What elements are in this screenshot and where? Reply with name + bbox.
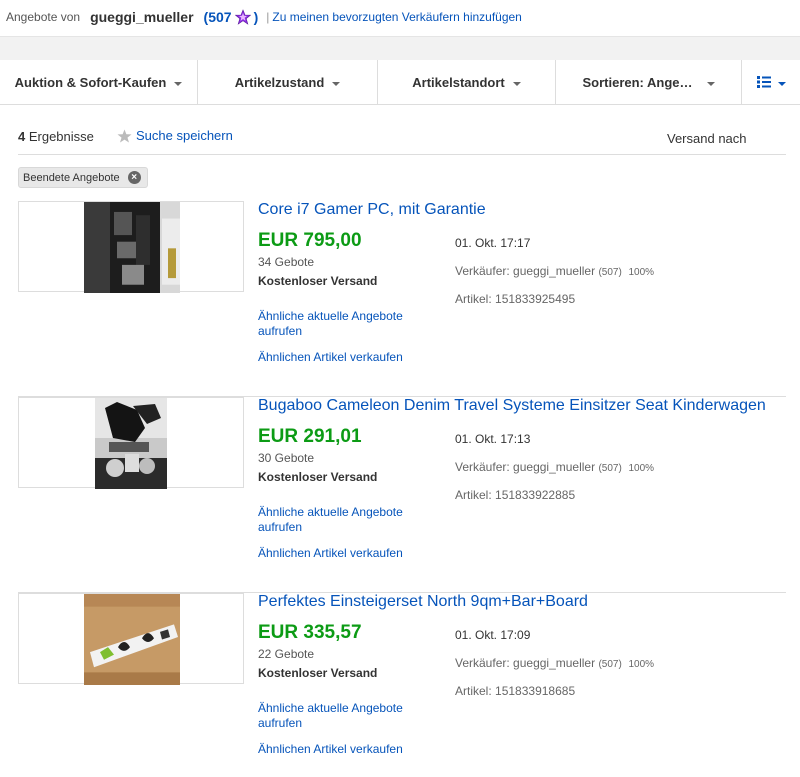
similar-current-link[interactable]: Ähnliche aktuelle Angebote aufrufen <box>258 701 418 731</box>
item-seller: Verkäufer: gueggi_mueller (507) 100% <box>455 460 654 474</box>
item-seller: Verkäufer: gueggi_mueller (507) 100% <box>455 656 654 670</box>
seller-percent: 100% <box>628 659 655 670</box>
star-icon <box>234 9 251 25</box>
result-count: 4 Ergebnisse <box>18 129 94 144</box>
save-search-link[interactable]: Suche speichern <box>117 128 233 143</box>
sell-similar-link[interactable]: Ähnlichen Artikel verkaufen <box>258 546 403 560</box>
view-toggle[interactable] <box>742 60 800 104</box>
item-shipping: Kostenloser Versand <box>258 666 378 680</box>
seller-score: (507) <box>598 659 622 670</box>
item-image <box>84 594 180 685</box>
chevron-down-icon <box>512 81 521 86</box>
list-item: Perfektes Einsteigerset North 9qm+Bar+Bo… <box>18 593 786 777</box>
item-bids: 34 Gebote <box>258 255 315 269</box>
chevron-down-icon <box>332 81 341 86</box>
offers-from-label: Angebote von <box>6 10 81 24</box>
sell-similar-link[interactable]: Ähnlichen Artikel verkaufen <box>258 350 403 364</box>
location-label: Artikelstandort <box>412 74 505 90</box>
item-date: 01. Okt. 17:17 <box>455 236 531 250</box>
results-bar: 4 Ergebnisse Suche speichern Versand nac… <box>18 125 786 155</box>
artikel-number: 151833925495 <box>495 292 576 306</box>
item-shipping: Kostenloser Versand <box>258 470 378 484</box>
item-number: Artikel: 151833922885 <box>455 488 575 502</box>
sell-similar-link[interactable]: Ähnlichen Artikel verkaufen <box>258 742 403 756</box>
item-price: EUR 291,01 <box>258 426 362 447</box>
item-number: Artikel: 151833925495 <box>455 292 575 306</box>
condition-label: Artikelzustand <box>234 74 325 90</box>
item-bids: 30 Gebote <box>258 451 315 465</box>
item-seller: Verkäufer: gueggi_mueller (507) 100% <box>455 264 654 278</box>
header-separator: | <box>266 10 270 24</box>
buying-format-filter[interactable]: Auktion & Sofort-Kaufen <box>0 60 198 104</box>
seller-header: Angebote von gueggi_mueller ( 507 ) | Zu… <box>6 8 522 26</box>
item-bids: 22 Gebote <box>258 647 315 661</box>
condition-filter[interactable]: Artikelzustand <box>198 60 378 104</box>
add-favorite-seller-link[interactable]: Zu meinen bevorzugten Verkäufern hinzufü… <box>272 10 522 24</box>
grey-strip <box>0 36 800 60</box>
seller-score: (507) <box>598 267 622 278</box>
artikel-prefix: Artikel: <box>455 292 492 306</box>
seller-percent: 100% <box>628 267 655 278</box>
seller-percent: 100% <box>628 463 655 474</box>
chip-label: Beendete Angebote <box>23 171 120 184</box>
ended-listings-chip[interactable]: Beendete Angebote × <box>18 167 148 188</box>
item-title[interactable]: Bugaboo Cameleon Denim Travel Systeme Ei… <box>258 397 766 415</box>
seller-name: gueggi_mueller <box>513 460 596 474</box>
item-thumbnail[interactable] <box>18 593 244 685</box>
artikel-number: 151833918685 <box>495 684 576 698</box>
artikel-prefix: Artikel: <box>455 488 492 502</box>
item-price: EUR 335,57 <box>258 622 362 643</box>
similar-current-link[interactable]: Ähnliche aktuelle Angebote aufrufen <box>258 309 418 339</box>
seller-prefix: Verkäufer: <box>455 264 510 278</box>
seller-prefix: Verkäufer: <box>455 460 510 474</box>
feedback-score-close: ) <box>253 9 259 25</box>
save-search-label: Suche speichern <box>136 128 233 143</box>
item-date: 01. Okt. 17:09 <box>455 628 531 642</box>
item-thumbnail[interactable] <box>18 397 244 489</box>
seller-prefix: Verkäufer: <box>455 656 510 670</box>
seller-name: gueggi_mueller <box>513 264 596 278</box>
item-date: 01. Okt. 17:13 <box>455 432 531 446</box>
artikel-prefix: Artikel: <box>455 684 492 698</box>
similar-current-link[interactable]: Ähnliche aktuelle Angebote aufrufen <box>258 505 418 535</box>
sort-label: Sortieren: Ange… <box>582 74 693 90</box>
item-shipping: Kostenloser Versand <box>258 274 378 288</box>
list-view-icon <box>756 76 771 88</box>
list-item: Bugaboo Cameleon Denim Travel Systeme Ei… <box>18 397 786 593</box>
artikel-number: 151833922885 <box>495 488 576 502</box>
list-item: Core i7 Gamer PC, mit Garantie EUR 795,0… <box>18 201 786 397</box>
feedback-score[interactable]: 507 <box>208 9 231 25</box>
item-title[interactable]: Perfektes Einsteigerset North 9qm+Bar+Bo… <box>258 593 588 611</box>
item-price: EUR 795,00 <box>258 230 362 251</box>
filter-bar: Auktion & Sofort-Kaufen Artikelzustand A… <box>0 60 800 105</box>
seller-name[interactable]: gueggi_mueller <box>90 9 193 25</box>
item-image <box>95 398 167 489</box>
chevron-down-icon <box>174 81 183 86</box>
chevron-down-icon <box>777 81 786 86</box>
result-count-label: Ergebnisse <box>25 129 94 144</box>
item-number: Artikel: 151833918685 <box>455 684 575 698</box>
close-icon[interactable]: × <box>127 171 141 184</box>
sort-dropdown[interactable]: Sortieren: Ange… <box>556 60 742 104</box>
star-icon <box>117 128 132 143</box>
item-thumbnail[interactable] <box>18 201 244 293</box>
chevron-down-icon <box>706 81 715 86</box>
item-image <box>84 202 180 293</box>
buying-format-label: Auktion & Sofort-Kaufen <box>14 74 167 90</box>
ship-to-dropdown[interactable]: Versand nach <box>667 131 747 146</box>
seller-score: (507) <box>598 463 622 474</box>
seller-name: gueggi_mueller <box>513 656 596 670</box>
item-title[interactable]: Core i7 Gamer PC, mit Garantie <box>258 201 486 219</box>
location-filter[interactable]: Artikelstandort <box>378 60 556 104</box>
